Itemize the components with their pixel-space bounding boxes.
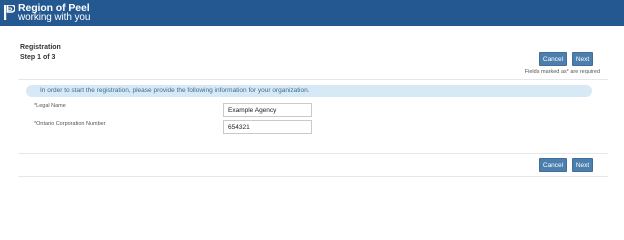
cancel-button-top[interactable]: Cancel xyxy=(539,52,567,66)
top-header: Region of Peel working with you xyxy=(0,0,624,26)
divider xyxy=(18,153,608,154)
page-title: Registration xyxy=(20,44,61,51)
next-button-bottom[interactable]: Next xyxy=(572,158,593,172)
logo-tagline: working with you xyxy=(18,12,91,23)
divider xyxy=(18,176,608,177)
logo-text: Region of Peel working with you xyxy=(18,3,90,23)
legal-name-input[interactable] xyxy=(223,103,312,117)
info-banner-text: In order to start the registration, plea… xyxy=(40,87,310,94)
ontario-corporation-number-label: *Ontario Corporation Number xyxy=(34,121,106,127)
region-of-peel-logo[interactable]: Region of Peel working with you xyxy=(4,3,90,23)
required-fields-note: Fields marked as* are required xyxy=(524,69,600,75)
cancel-button-bottom[interactable]: Cancel xyxy=(539,158,567,172)
legal-name-label: *Legal Name xyxy=(34,103,66,109)
region-of-peel-logo-mark-icon xyxy=(4,4,16,20)
ontario-corporation-number-input[interactable] xyxy=(223,120,312,134)
next-button-top[interactable]: Next xyxy=(572,52,593,66)
divider xyxy=(18,79,608,80)
info-banner: In order to start the registration, plea… xyxy=(26,85,592,97)
step-indicator: Step 1 of 3 xyxy=(20,54,56,61)
